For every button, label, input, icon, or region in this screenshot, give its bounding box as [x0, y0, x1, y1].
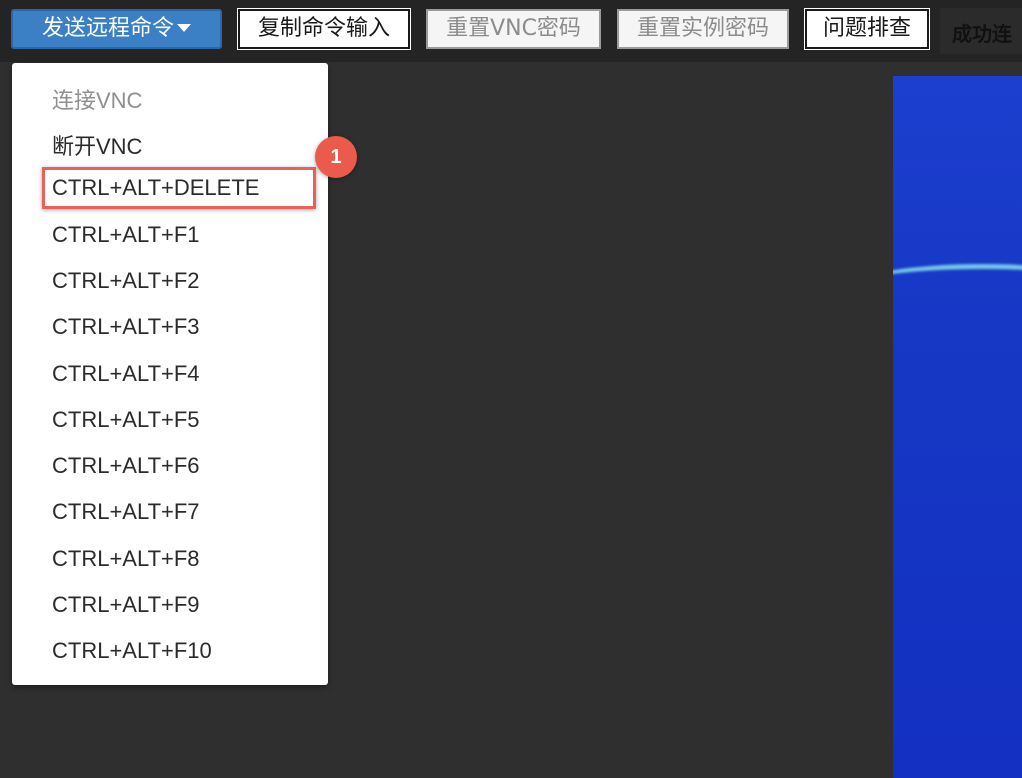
menu-item-ctrl-alt-f7[interactable]: CTRL+ALT+F7	[52, 499, 200, 525]
caret-down-icon	[177, 23, 191, 32]
menu-item-connect-vnc: 连接VNC	[52, 88, 143, 113]
connection-status-text: 成功连	[952, 22, 1012, 46]
menu-item-ctrl-alt-f10[interactable]: CTRL+ALT+F10	[52, 638, 212, 664]
step-badge: 1	[315, 136, 357, 178]
send-remote-command-label: 发送远程命令	[41, 16, 174, 41]
troubleshoot-button[interactable]: 问题排查	[804, 8, 930, 50]
vnc-console: 发送远程命令 复制命令输入 重置VNC密码 重置实例密码 问题排查 成功连 连接…	[0, 0, 1022, 778]
wallpaper-swoosh	[893, 264, 1022, 309]
send-remote-command-button[interactable]: 发送远程命令	[11, 9, 222, 49]
menu-item-ctrl-alt-f9[interactable]: CTRL+ALT+F9	[52, 592, 200, 618]
menu-item-ctrl-alt-f4[interactable]: CTRL+ALT+F4	[52, 361, 200, 387]
menu-item-ctrl-alt-f8[interactable]: CTRL+ALT+F8	[52, 546, 200, 572]
remote-command-dropdown: 连接VNC 断开VNC CTRL+ALT+DELETE CTRL+ALT+F1 …	[12, 63, 328, 685]
menu-item-ctrl-alt-f6[interactable]: CTRL+ALT+F6	[52, 453, 200, 479]
reset-instance-password-button: 重置实例密码	[617, 9, 789, 49]
menu-item-ctrl-alt-f2[interactable]: CTRL+ALT+F2	[52, 268, 200, 294]
menu-item-ctrl-alt-delete[interactable]: CTRL+ALT+DELETE	[52, 175, 259, 201]
menu-item-ctrl-alt-f1[interactable]: CTRL+ALT+F1	[52, 222, 200, 248]
copy-command-input-button[interactable]: 复制命令输入	[237, 8, 411, 50]
menu-item-ctrl-alt-f5[interactable]: CTRL+ALT+F5	[52, 407, 200, 433]
menu-item-ctrl-alt-f3[interactable]: CTRL+ALT+F3	[52, 314, 200, 340]
menu-item-disconnect-vnc[interactable]: 断开VNC	[52, 129, 142, 161]
reset-vnc-password-button: 重置VNC密码	[426, 9, 601, 49]
toolbar: 发送远程命令 复制命令输入 重置VNC密码 重置实例密码 问题排查 成功连	[0, 0, 1022, 62]
remote-desktop-screen[interactable]	[893, 76, 1022, 778]
